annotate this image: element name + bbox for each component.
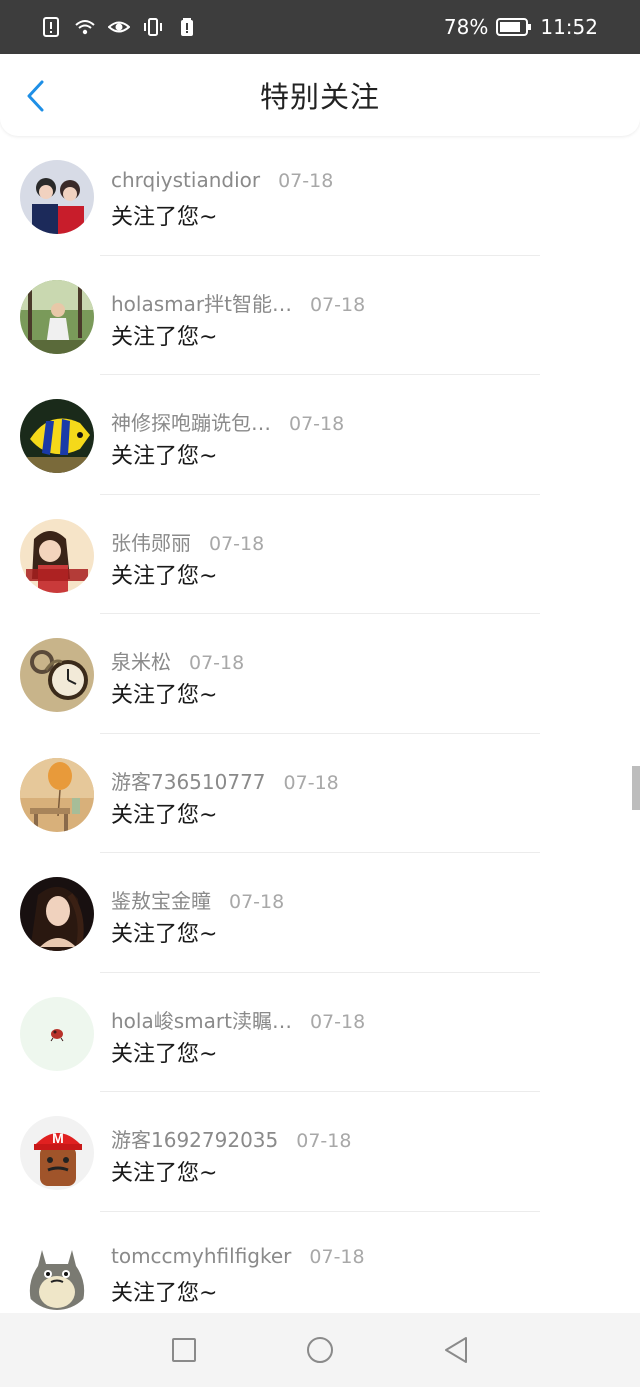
sim-alert-icon (40, 16, 62, 38)
message-text: 关注了您~ (111, 444, 218, 469)
list-item[interactable]: M 游客1692792035 07-18 关注了您~ (0, 1092, 640, 1212)
user-name[interactable]: 游客736510777 (111, 766, 266, 795)
timestamp: 07-18 (229, 891, 285, 913)
user-name[interactable]: tomccmyhfilfigker (111, 1244, 291, 1268)
svg-text:M: M (52, 1130, 64, 1146)
user-name[interactable]: holasmar拌t智能… (111, 288, 292, 317)
user-name[interactable]: 张伟郧丽 (111, 527, 191, 556)
list-item[interactable]: 泉米松 07-18 关注了您~ (0, 614, 640, 734)
timestamp: 07-18 (309, 1010, 366, 1033)
list-item[interactable]: 神修探咆蹦诜包… 07-18 关注了您~ (0, 375, 640, 495)
home-button[interactable] (300, 1330, 340, 1370)
status-time: 11:52 (540, 15, 598, 39)
scrollbar-thumb[interactable] (632, 766, 640, 810)
chevron-left-icon (27, 80, 44, 112)
status-bar: 78% 11:52 (0, 0, 640, 54)
user-name[interactable]: 游客1692792035 (111, 1124, 278, 1153)
timestamp: 07-18 (289, 413, 345, 435)
timestamp: 07-18 (189, 652, 245, 674)
list-item[interactable]: chrqiystiandior 07-18 关注了您~ (0, 136, 640, 256)
battery-icon (496, 16, 532, 38)
recent-apps-button[interactable] (164, 1330, 204, 1370)
avatar[interactable] (20, 757, 94, 832)
status-icons-left (40, 16, 198, 38)
small-battery-icon (176, 16, 198, 38)
list-item[interactable]: 游客736510777 07-18 关注了您~ (0, 734, 640, 853)
avatar[interactable]: M (20, 1116, 94, 1190)
message-text: 关注了您~ (111, 922, 218, 947)
back-button[interactable] (18, 78, 52, 114)
system-nav-bar (0, 1313, 640, 1387)
home-circle-icon (307, 1337, 333, 1363)
avatar[interactable] (20, 279, 94, 354)
list-item[interactable]: 鉴敖宝金瞳 07-18 关注了您~ (0, 853, 640, 973)
timestamp: 07-18 (296, 1130, 352, 1152)
eye-icon (108, 16, 130, 38)
user-name[interactable]: 鉴敖宝金瞳 (111, 885, 211, 914)
status-icons-right: 78% 11:52 (444, 15, 598, 39)
user-name[interactable]: 泉米松 (111, 646, 171, 675)
timestamp: 07-18 (309, 1245, 365, 1268)
timestamp: 07-18 (278, 170, 334, 192)
timestamp: 07-18 (309, 293, 366, 316)
user-name[interactable]: 神修探咆蹦诜包… (111, 407, 271, 436)
avatar[interactable] (20, 160, 94, 234)
message-text: 关注了您~ (111, 683, 218, 708)
system-back-button[interactable] (436, 1330, 476, 1370)
recent-apps-square-icon (172, 1338, 196, 1362)
avatar[interactable] (20, 877, 94, 951)
page-title: 特别关注 (259, 80, 380, 114)
message-text: 关注了您~ (111, 563, 218, 589)
message-text: 关注了您~ (111, 324, 218, 350)
avatar[interactable] (20, 518, 94, 593)
message-text: 关注了您~ (111, 1041, 218, 1067)
wifi-icon (74, 16, 96, 38)
message-text: 关注了您~ (111, 1161, 218, 1186)
back-triangle-icon (445, 1337, 467, 1363)
list-item[interactable]: 张伟郧丽 07-18 关注了您~ (0, 495, 640, 614)
vibrate-icon (142, 16, 164, 38)
message-text: 关注了您~ (111, 1280, 218, 1306)
avatar[interactable] (20, 638, 94, 712)
user-name[interactable]: hola峻smart渎瞩… (111, 1005, 292, 1034)
timestamp: 07-18 (283, 771, 339, 794)
avatar[interactable] (20, 996, 94, 1071)
timestamp: 07-18 (209, 532, 265, 555)
message-text: 关注了您~ (111, 205, 218, 230)
avatar[interactable] (20, 399, 94, 473)
notification-list: chrqiystiandior 07-18 关注了您~ holasmar拌t智能… (0, 136, 640, 1331)
list-item[interactable]: hola峻smart渎瞩… 07-18 关注了您~ (0, 973, 640, 1092)
header-bar: 特别关注 (0, 54, 640, 136)
list-item[interactable]: holasmar拌t智能… 07-18 关注了您~ (0, 256, 640, 375)
user-name[interactable]: chrqiystiandior (111, 168, 260, 192)
battery-percent: 78% (443, 15, 489, 39)
message-text: 关注了您~ (111, 802, 218, 828)
avatar[interactable] (20, 1235, 94, 1310)
